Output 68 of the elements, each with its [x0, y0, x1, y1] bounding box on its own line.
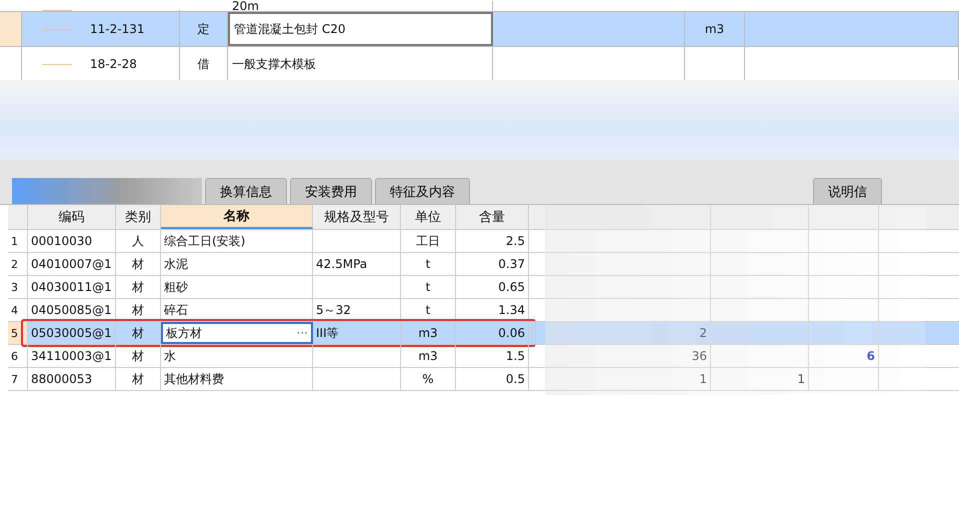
table-cell: 材: [116, 299, 161, 321]
table-cell: 04030011@1: [28, 276, 116, 298]
table-cell: 11-2-131: [90, 22, 144, 36]
row-number: 6: [8, 345, 28, 367]
table-cell: m3: [401, 322, 456, 344]
table-cell: 水: [164, 348, 176, 364]
table-cell: 材: [116, 322, 161, 344]
table-cell: 5～32: [313, 299, 401, 321]
table-cell: 1.5: [456, 345, 529, 367]
tab[interactable]: 安装费用: [290, 178, 372, 204]
table-cell: 管道混凝土包封 C20: [228, 12, 493, 46]
table-cell: t: [401, 276, 456, 298]
table-cell: 18-2-28: [90, 57, 137, 71]
table-cell: 20m: [228, 1, 493, 11]
table-cell: t: [401, 299, 456, 321]
tab[interactable]: 说明信: [813, 178, 882, 204]
tree-line: [42, 10, 72, 11]
tab[interactable]: 换算信息: [205, 178, 287, 204]
table-cell: 1: [529, 368, 711, 390]
table-cell: 88000053: [28, 368, 116, 390]
table-cell: 粗砂: [164, 278, 188, 296]
table-cell: %: [401, 368, 456, 390]
table-cell: 2.5: [456, 230, 529, 252]
table-cell: 2: [529, 322, 711, 344]
table-cell: 0.06: [456, 322, 529, 344]
table-cell: 42.5MPa: [313, 253, 401, 275]
more-button[interactable]: ···: [296, 326, 308, 340]
table-cell: m3: [401, 345, 456, 367]
row-number: 5: [8, 322, 28, 344]
table-cell: m3: [685, 12, 745, 46]
table-cell: 材: [116, 253, 161, 275]
table-cell: 04010007@1: [28, 253, 116, 275]
table-cell: 人: [116, 230, 161, 252]
table-cell: III等: [313, 322, 401, 344]
column-header[interactable]: 名称: [161, 205, 313, 229]
column-header[interactable]: 单位: [401, 205, 456, 229]
input-field[interactable]: 板方材 ···: [161, 322, 313, 344]
table-cell: 材: [116, 368, 161, 390]
table-cell: 0.37: [456, 253, 529, 275]
table-cell: 定: [180, 12, 228, 46]
table-cell: 材: [116, 276, 161, 298]
column-header[interactable]: 规格及型号: [313, 205, 401, 229]
row-number: 2: [8, 253, 28, 275]
tree-line: [42, 28, 72, 30]
table-cell: 材: [116, 345, 161, 367]
table-cell: 0.5: [456, 368, 529, 390]
table-cell: 综合工日(安装): [164, 232, 246, 250]
row-number: 4: [8, 299, 28, 321]
column-header[interactable]: 编码: [28, 205, 116, 229]
table-cell: 00010030: [28, 230, 116, 252]
table-cell: 04050085@1: [28, 299, 116, 321]
tab[interactable]: 特征及内容: [375, 178, 470, 204]
table-cell: 6: [809, 345, 879, 367]
table-cell: 其他材料费: [164, 370, 224, 388]
row-number: 7: [8, 368, 28, 390]
table-cell: 1: [711, 368, 809, 390]
table-cell: 碎石: [164, 302, 188, 318]
column-header[interactable]: 含量: [456, 205, 529, 229]
table-cell: 1.34: [456, 299, 529, 321]
table-cell: 05030005@1: [28, 322, 116, 344]
table-cell: 工日: [401, 230, 456, 252]
table-cell: t: [401, 253, 456, 275]
row-number: 1: [8, 230, 28, 252]
table-cell: 水泥: [164, 256, 188, 272]
table-cell: 34110003@1: [28, 345, 116, 367]
table-cell: 36: [529, 345, 711, 367]
table-cell: 0.65: [456, 276, 529, 298]
row-number: 3: [8, 276, 28, 298]
